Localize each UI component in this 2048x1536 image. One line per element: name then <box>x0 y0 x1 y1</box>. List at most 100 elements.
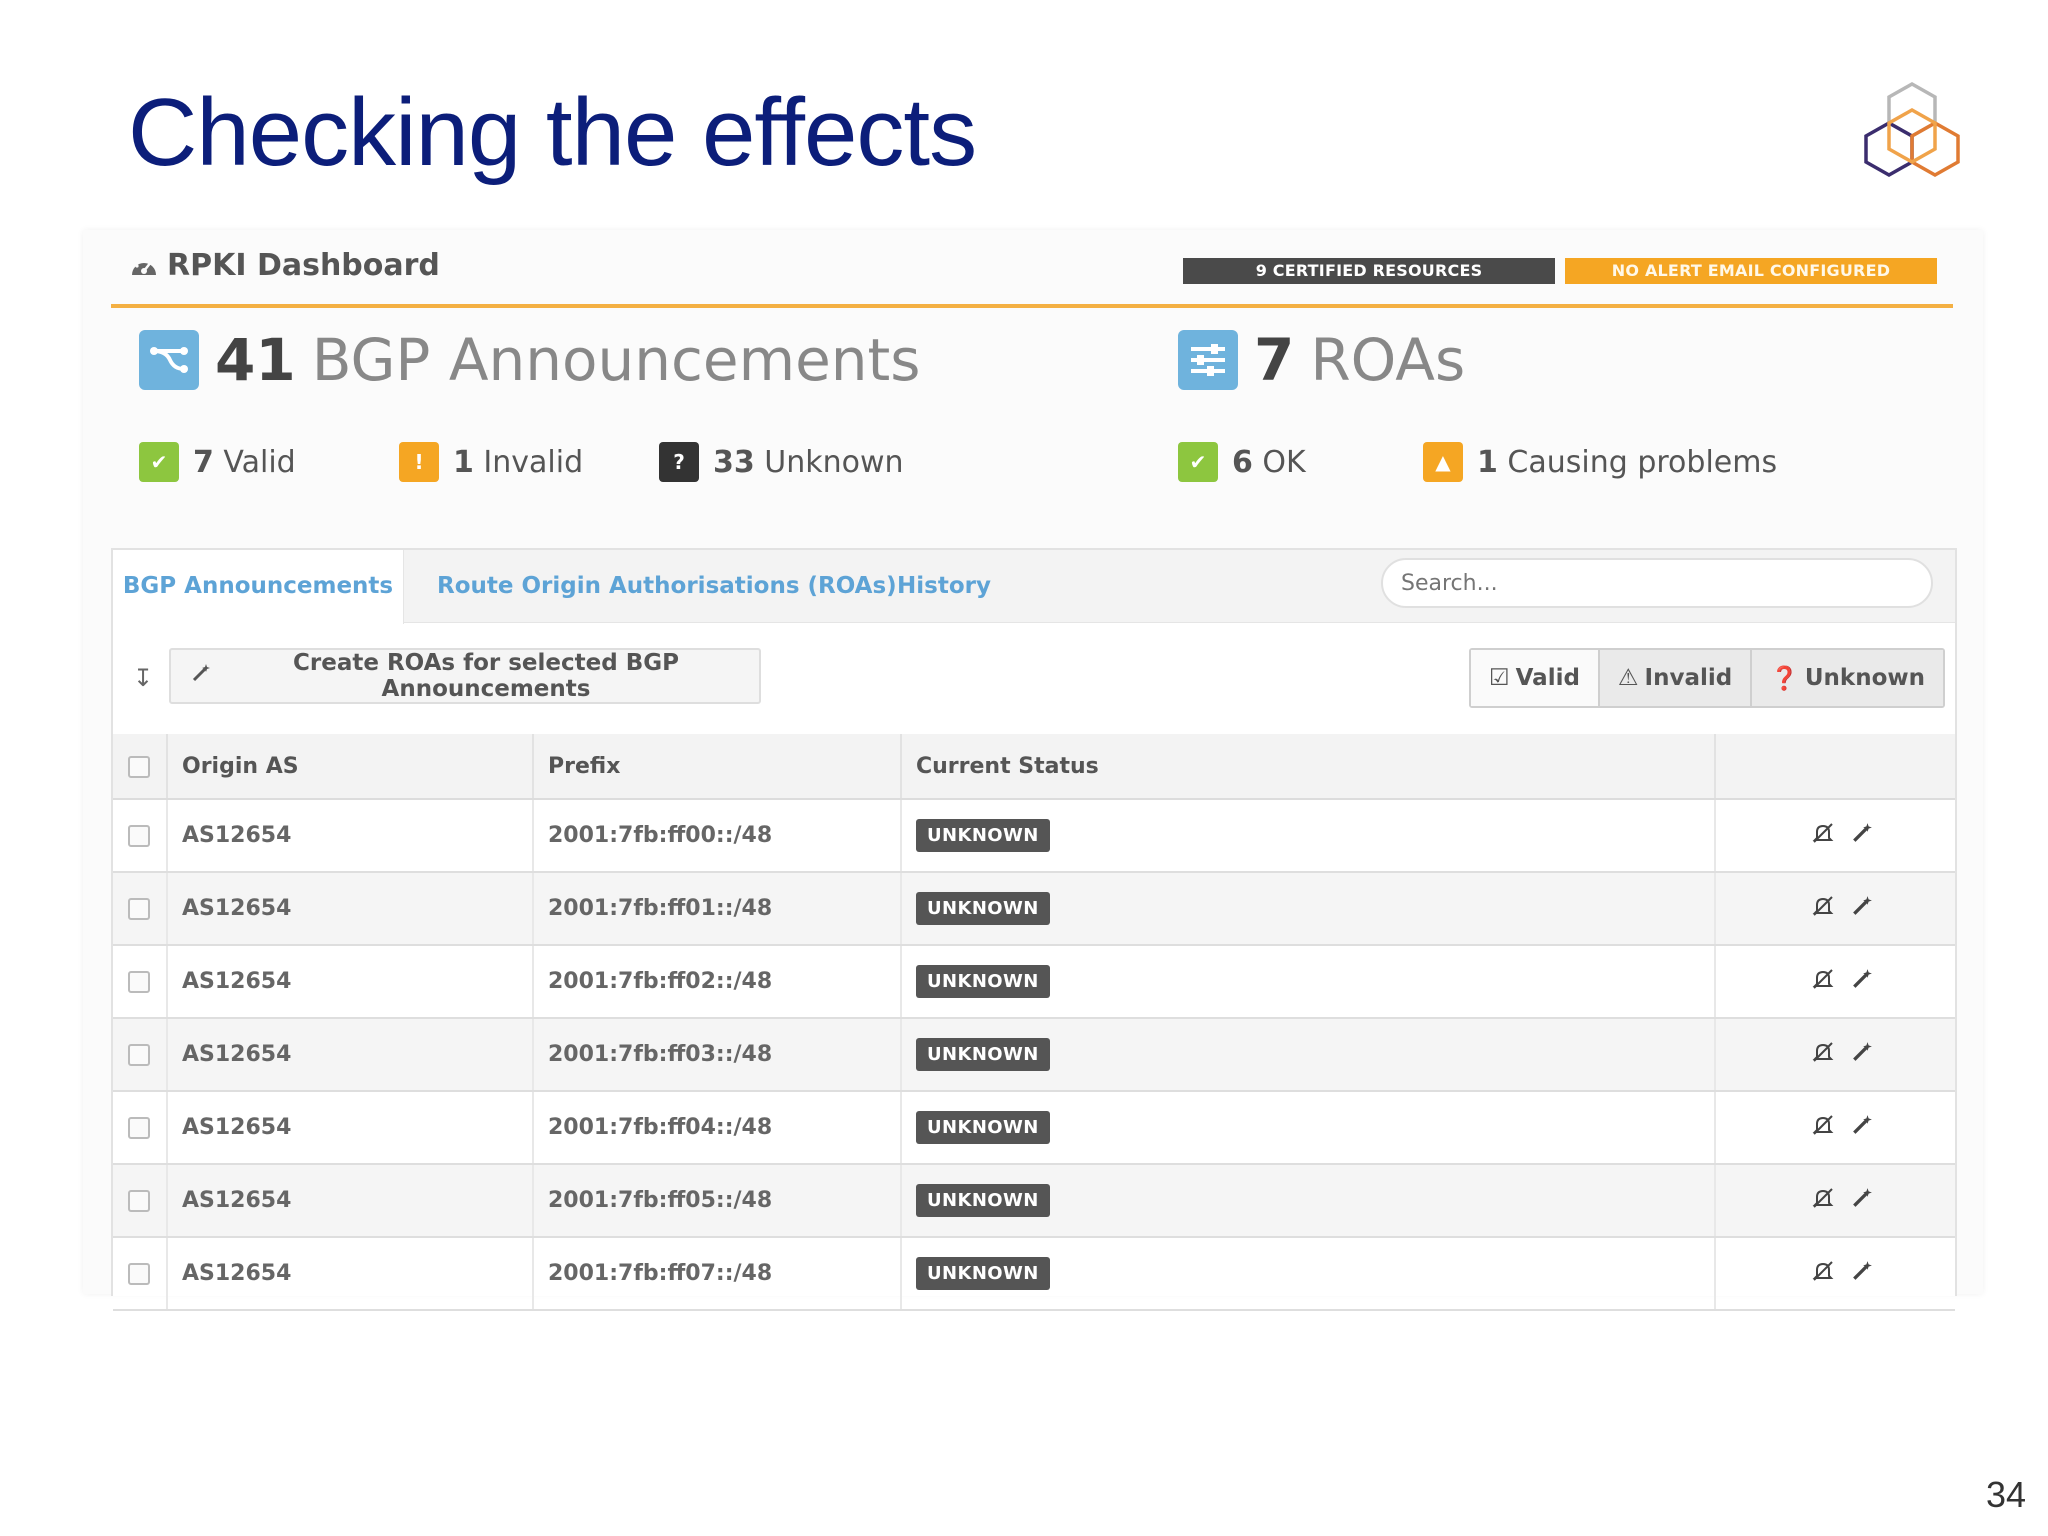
table-row[interactable]: AS12654 2001:7fb:ff02::/48 UNKNOWN <box>113 945 1955 1019</box>
row-actions-cell <box>1715 1237 1955 1311</box>
bell-slash-icon[interactable] <box>1811 1186 1835 1216</box>
row-checkbox[interactable] <box>128 1044 150 1066</box>
column-prefix[interactable]: Prefix <box>533 734 902 800</box>
origin-as-cell: AS12654 <box>167 799 534 873</box>
table-toolbar: ↧ Create ROAs for selected BGP Announcem… <box>113 624 1955 734</box>
check-square-icon: ✔ <box>1178 442 1218 482</box>
warning-triangle-icon: ▲ <box>1423 442 1463 482</box>
prefix-cell: 2001:7fb:ff03::/48 <box>533 1018 902 1092</box>
announcements-panel: BGP Announcements Route Origin Authorisa… <box>111 548 1957 1311</box>
magic-wand-icon[interactable] <box>1851 1041 1873 1069</box>
column-current-status[interactable]: Current Status <box>901 734 1716 800</box>
create-roas-button[interactable]: Create ROAs for selected BGP Announcemen… <box>169 648 761 704</box>
bgp-count: 41 <box>215 326 296 394</box>
filter-unknown-button[interactable]: ❓ Unknown <box>1752 650 1944 706</box>
tab-roas[interactable]: Route Origin Authorisations (ROAs) <box>437 550 897 622</box>
valid-stat[interactable]: ✔ 7 Valid <box>139 442 296 482</box>
row-checkbox[interactable] <box>128 971 150 993</box>
origin-as-cell: AS12654 <box>167 945 534 1019</box>
roa-problems-stat[interactable]: ▲ 1 Causing problems <box>1423 442 1777 482</box>
status-badge: UNKNOWN <box>916 1257 1050 1290</box>
tab-history[interactable]: History <box>897 550 991 622</box>
row-select-cell <box>113 799 168 873</box>
status-cell: UNKNOWN <box>901 799 1716 873</box>
rpki-dashboard-screenshot: RPKI Dashboard 9 CERTIFIED RESOURCES NO … <box>83 230 1983 1311</box>
bell-slash-icon[interactable] <box>1811 1113 1835 1143</box>
row-checkbox[interactable] <box>128 825 150 847</box>
status-badge: UNKNOWN <box>916 965 1050 998</box>
row-checkbox[interactable] <box>128 1190 150 1212</box>
bgp-announcements-stat: 41 BGP Announcements <box>139 326 921 394</box>
certified-resources-badge[interactable]: 9 CERTIFIED RESOURCES <box>1183 258 1555 284</box>
route-branch-icon <box>139 330 199 390</box>
roas-count: 7 <box>1254 326 1295 394</box>
column-origin-as[interactable]: Origin AS <box>167 734 534 800</box>
row-select-cell <box>113 1091 168 1165</box>
prefix-cell: 2001:7fb:ff01::/48 <box>533 872 902 946</box>
table-row[interactable]: AS12654 2001:7fb:ff04::/48 UNKNOWN <box>113 1091 1955 1165</box>
tab-bgp-announcements[interactable]: BGP Announcements <box>113 550 404 624</box>
roas-stat: 7 ROAs <box>1178 326 1465 394</box>
magic-wand-icon[interactable] <box>1851 1260 1873 1288</box>
prefix-cell: 2001:7fb:ff00::/48 <box>533 799 902 873</box>
filter-invalid-button[interactable]: ⚠ Invalid <box>1599 650 1753 706</box>
table-row[interactable]: AS12654 2001:7fb:ff03::/48 UNKNOWN <box>113 1018 1955 1092</box>
column-actions <box>1715 734 1955 800</box>
table-row[interactable]: AS12654 2001:7fb:ff01::/48 UNKNOWN <box>113 872 1955 946</box>
invalid-stat[interactable]: ! 1 Invalid <box>399 442 583 482</box>
unknown-stat[interactable]: ? 33 Unknown <box>659 442 904 482</box>
bgp-label: BGP Announcements <box>311 326 921 394</box>
row-actions-cell <box>1715 872 1955 946</box>
filter-valid-button[interactable]: ☑ Valid <box>1471 650 1600 706</box>
bell-slash-icon[interactable] <box>1811 1040 1835 1070</box>
bell-slash-icon[interactable] <box>1811 1259 1835 1289</box>
magic-wand-icon[interactable] <box>1851 1114 1873 1142</box>
roa-ok-label: OK <box>1262 444 1306 480</box>
status-cell: UNKNOWN <box>901 1164 1716 1238</box>
select-all-checkbox[interactable] <box>128 755 150 778</box>
magic-wand-icon[interactable] <box>1851 895 1873 923</box>
magic-wand-icon[interactable] <box>1851 968 1873 996</box>
search-input[interactable] <box>1381 558 1933 608</box>
row-checkbox[interactable] <box>128 898 150 920</box>
ripe-ncc-logo <box>1864 81 1960 178</box>
question-circle-icon: ❓ <box>1770 665 1799 692</box>
row-checkbox[interactable] <box>128 1117 150 1139</box>
invalid-count: 1 <box>453 444 474 480</box>
tab-bar: BGP Announcements Route Origin Authorisa… <box>113 550 1955 624</box>
status-cell: UNKNOWN <box>901 1018 1716 1092</box>
row-select-cell <box>113 945 168 1019</box>
bell-slash-icon[interactable] <box>1811 821 1835 851</box>
bell-slash-icon[interactable] <box>1811 894 1835 924</box>
row-actions-cell <box>1715 799 1955 873</box>
bell-slash-icon[interactable] <box>1811 967 1835 997</box>
table-row[interactable]: AS12654 2001:7fb:ff05::/48 UNKNOWN <box>113 1164 1955 1238</box>
table-row[interactable]: AS12654 2001:7fb:ff07::/48 UNKNOWN <box>113 1237 1955 1311</box>
valid-count: 7 <box>193 444 214 480</box>
check-square-icon: ✔ <box>139 442 179 482</box>
roa-problems-label: Causing problems <box>1507 444 1778 480</box>
status-cell: UNKNOWN <box>901 945 1716 1019</box>
row-checkbox[interactable] <box>128 1263 150 1285</box>
status-badge: UNKNOWN <box>916 1038 1050 1071</box>
roa-ok-count: 6 <box>1232 444 1253 480</box>
roa-ok-stat[interactable]: ✔ 6 OK <box>1178 442 1306 482</box>
valid-label: Valid <box>223 444 296 480</box>
alert-email-badge[interactable]: NO ALERT EMAIL CONFIGURED <box>1565 258 1937 284</box>
status-cell: UNKNOWN <box>901 872 1716 946</box>
status-badge: UNKNOWN <box>916 892 1050 925</box>
origin-as-cell: AS12654 <box>167 1164 534 1238</box>
row-actions-cell <box>1715 1164 1955 1238</box>
sliders-icon <box>1178 330 1238 390</box>
status-filter-group: ☑ Valid ⚠ Invalid ❓ Unknown <box>1469 648 1946 708</box>
row-select-cell <box>113 872 168 946</box>
magic-wand-icon[interactable] <box>1851 822 1873 850</box>
magic-wand-icon[interactable] <box>1851 1187 1873 1215</box>
unknown-label: Unknown <box>764 444 904 480</box>
select-all-cell <box>113 734 168 800</box>
origin-as-cell: AS12654 <box>167 1091 534 1165</box>
row-actions-cell <box>1715 1091 1955 1165</box>
table-row[interactable]: AS12654 2001:7fb:ff00::/48 UNKNOWN <box>113 799 1955 873</box>
sort-arrow-icon[interactable]: ↧ <box>133 664 153 692</box>
origin-as-cell: AS12654 <box>167 1237 534 1311</box>
